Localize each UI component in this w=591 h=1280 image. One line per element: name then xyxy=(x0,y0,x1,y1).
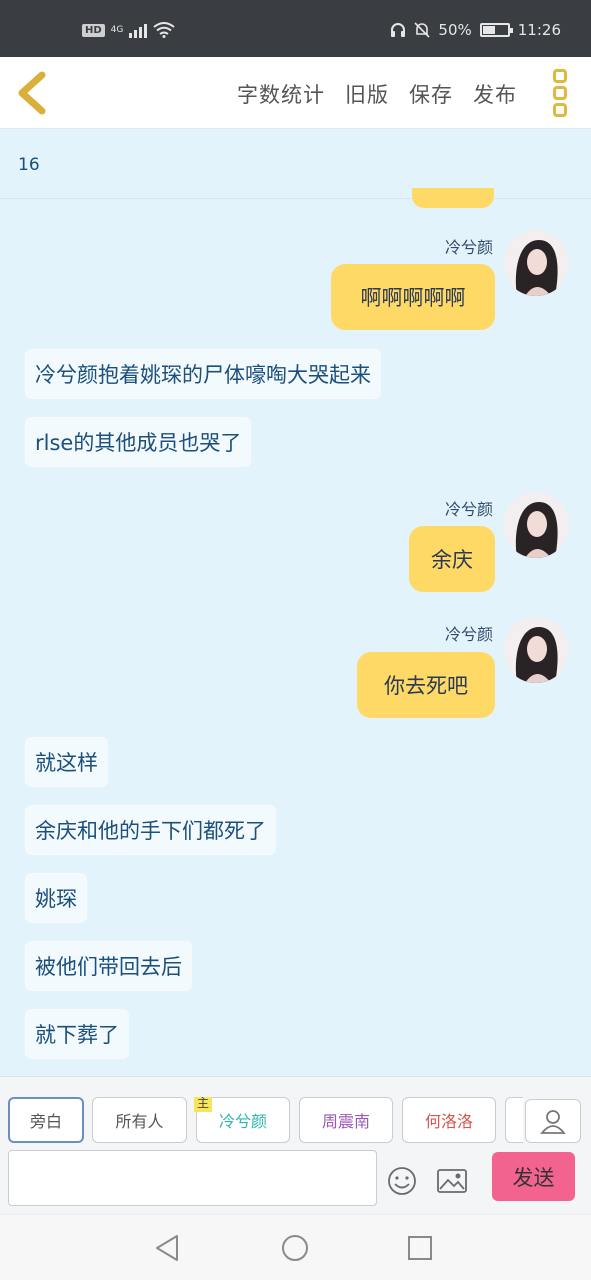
word-count-button[interactable]: 字数统计 xyxy=(237,79,325,109)
narration-message[interactable]: 被他们带回去后 xyxy=(25,941,192,991)
role-chip-more[interactable] xyxy=(505,1097,523,1143)
sender-name: 冷兮颜 xyxy=(444,625,493,644)
narration-message[interactable]: 就这样 xyxy=(25,737,108,787)
chat-bubble[interactable]: 你去死吧 xyxy=(357,652,495,718)
role-chip-narrator[interactable]: 旁白 xyxy=(8,1097,84,1143)
status-bar: HD 4G 50% 11:26 xyxy=(0,0,591,57)
narration-message[interactable]: 余庆和他的手下们都死了 xyxy=(25,805,276,855)
narration-message[interactable]: rlse的其他成员也哭了 xyxy=(25,417,252,467)
user-icon xyxy=(540,1110,566,1134)
avatar[interactable] xyxy=(503,492,569,558)
chat-area[interactable]: 16 冷兮颜 啊啊啊啊啊 冷兮颜抱着姚琛的尸体嚎啕大哭起来 rlse的其他成员也… xyxy=(0,130,591,1076)
mute-bell-icon xyxy=(414,22,430,38)
host-badge: 主 xyxy=(194,1097,213,1112)
message-input[interactable] xyxy=(8,1150,377,1206)
role-label: 何洛洛 xyxy=(424,1112,473,1131)
narration-message[interactable]: 冷兮颜抱着姚琛的尸体嚎啕大哭起来 xyxy=(25,349,381,399)
nav-home-icon[interactable] xyxy=(280,1233,310,1263)
role-label: 周震南 xyxy=(321,1112,370,1131)
send-button[interactable]: 发送 xyxy=(492,1152,575,1201)
network-type: 4G xyxy=(110,25,124,35)
role-chip-lengxiyan[interactable]: 主 冷兮颜 xyxy=(194,1097,290,1143)
back-button[interactable] xyxy=(12,67,56,119)
image-button[interactable] xyxy=(436,1165,468,1197)
role-label: 冷兮颜 xyxy=(218,1112,267,1131)
narration-message[interactable]: 就下葬了 xyxy=(25,1009,129,1059)
more-menu-button[interactable] xyxy=(553,69,569,117)
image-icon xyxy=(437,1169,467,1193)
role-chip-everyone[interactable]: 所有人 xyxy=(92,1097,187,1143)
back-arrow-icon xyxy=(18,71,46,115)
status-left: HD 4G xyxy=(82,22,175,38)
clock: 11:26 xyxy=(517,21,561,39)
hd-icon: HD xyxy=(82,23,105,37)
battery-icon xyxy=(479,23,513,37)
nav-recents-icon[interactable] xyxy=(405,1233,435,1263)
toolbar-actions: 字数统计 旧版 保存 发布 xyxy=(237,79,517,109)
chat-bubble[interactable]: 余庆 xyxy=(409,526,495,592)
message-counter: 16 xyxy=(18,155,40,175)
role-selector: 旁白 所有人 主 冷兮颜 周震南 何洛洛 xyxy=(8,1097,523,1145)
sender-name: 冷兮颜 xyxy=(444,238,493,257)
top-toolbar: 字数统计 旧版 保存 发布 xyxy=(0,57,591,129)
divider xyxy=(0,198,591,199)
avatar[interactable] xyxy=(503,617,569,683)
role-manage-button[interactable] xyxy=(525,1099,581,1143)
publish-button[interactable]: 发布 xyxy=(473,79,517,109)
sender-name: 冷兮颜 xyxy=(444,500,493,519)
narration-message[interactable]: 姚琛 xyxy=(25,873,87,923)
chat-bubble[interactable]: 啊啊啊啊啊 xyxy=(331,264,495,330)
previous-bubble xyxy=(412,188,494,208)
headphone-icon xyxy=(391,23,406,37)
emoji-icon xyxy=(388,1167,416,1195)
avatar[interactable] xyxy=(503,230,569,296)
status-right: 50% 11:26 xyxy=(390,21,561,39)
save-button[interactable]: 保存 xyxy=(409,79,453,109)
role-chip-zhouzhennan[interactable]: 周震南 xyxy=(299,1097,393,1143)
signal-icon xyxy=(129,22,148,38)
nav-back-icon[interactable] xyxy=(153,1233,183,1263)
system-nav-bar xyxy=(0,1214,591,1280)
role-label: 旁白 xyxy=(29,1112,62,1131)
role-label: 所有人 xyxy=(115,1112,164,1131)
emoji-button[interactable] xyxy=(386,1165,418,1197)
role-chip-heluoluo[interactable]: 何洛洛 xyxy=(402,1097,496,1143)
battery-text: 50% xyxy=(438,21,472,39)
old-version-button[interactable]: 旧版 xyxy=(345,79,389,109)
wifi-icon xyxy=(153,22,175,38)
composer: 旁白 所有人 主 冷兮颜 周震南 何洛洛 发送 xyxy=(0,1076,591,1214)
